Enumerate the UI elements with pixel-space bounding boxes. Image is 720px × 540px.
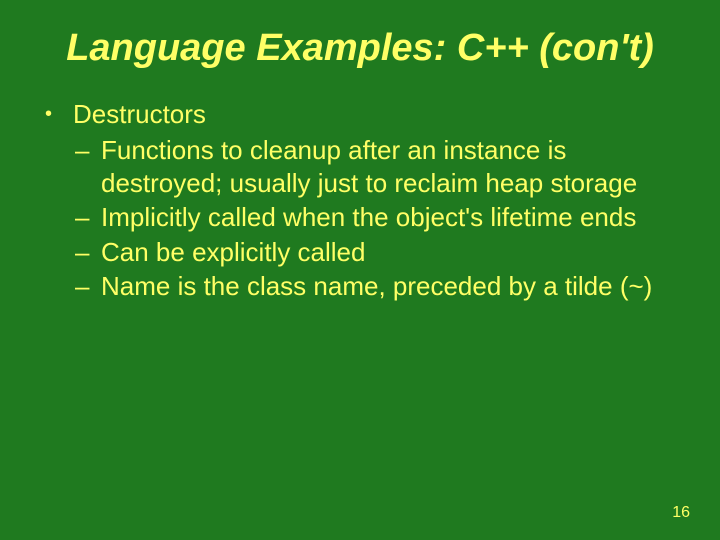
bullet-dot-icon: • bbox=[45, 98, 73, 131]
page-number: 16 bbox=[672, 504, 690, 522]
bullet-level2: – Can be explicitly called bbox=[75, 236, 675, 269]
dash-icon: – bbox=[75, 134, 101, 199]
dash-icon: – bbox=[75, 270, 101, 303]
bullet-level2: – Functions to cleanup after an instance… bbox=[75, 134, 675, 199]
slide-body: • Destructors – Functions to cleanup aft… bbox=[0, 80, 720, 303]
bullet-text: Name is the class name, preceded by a ti… bbox=[101, 270, 675, 303]
bullet-level1: • Destructors bbox=[45, 98, 675, 131]
bullet-text: Implicitly called when the object's life… bbox=[101, 201, 675, 234]
slide: Language Examples: C++ (con't) • Destruc… bbox=[0, 0, 720, 540]
slide-title: Language Examples: C++ (con't) bbox=[0, 0, 720, 80]
bullet-level2: – Name is the class name, preceded by a … bbox=[75, 270, 675, 303]
dash-icon: – bbox=[75, 236, 101, 269]
bullet-heading: Destructors bbox=[73, 98, 675, 131]
bullet-text: Functions to cleanup after an instance i… bbox=[101, 134, 675, 199]
dash-icon: – bbox=[75, 201, 101, 234]
bullet-level2: – Implicitly called when the object's li… bbox=[75, 201, 675, 234]
bullet-text: Can be explicitly called bbox=[101, 236, 675, 269]
